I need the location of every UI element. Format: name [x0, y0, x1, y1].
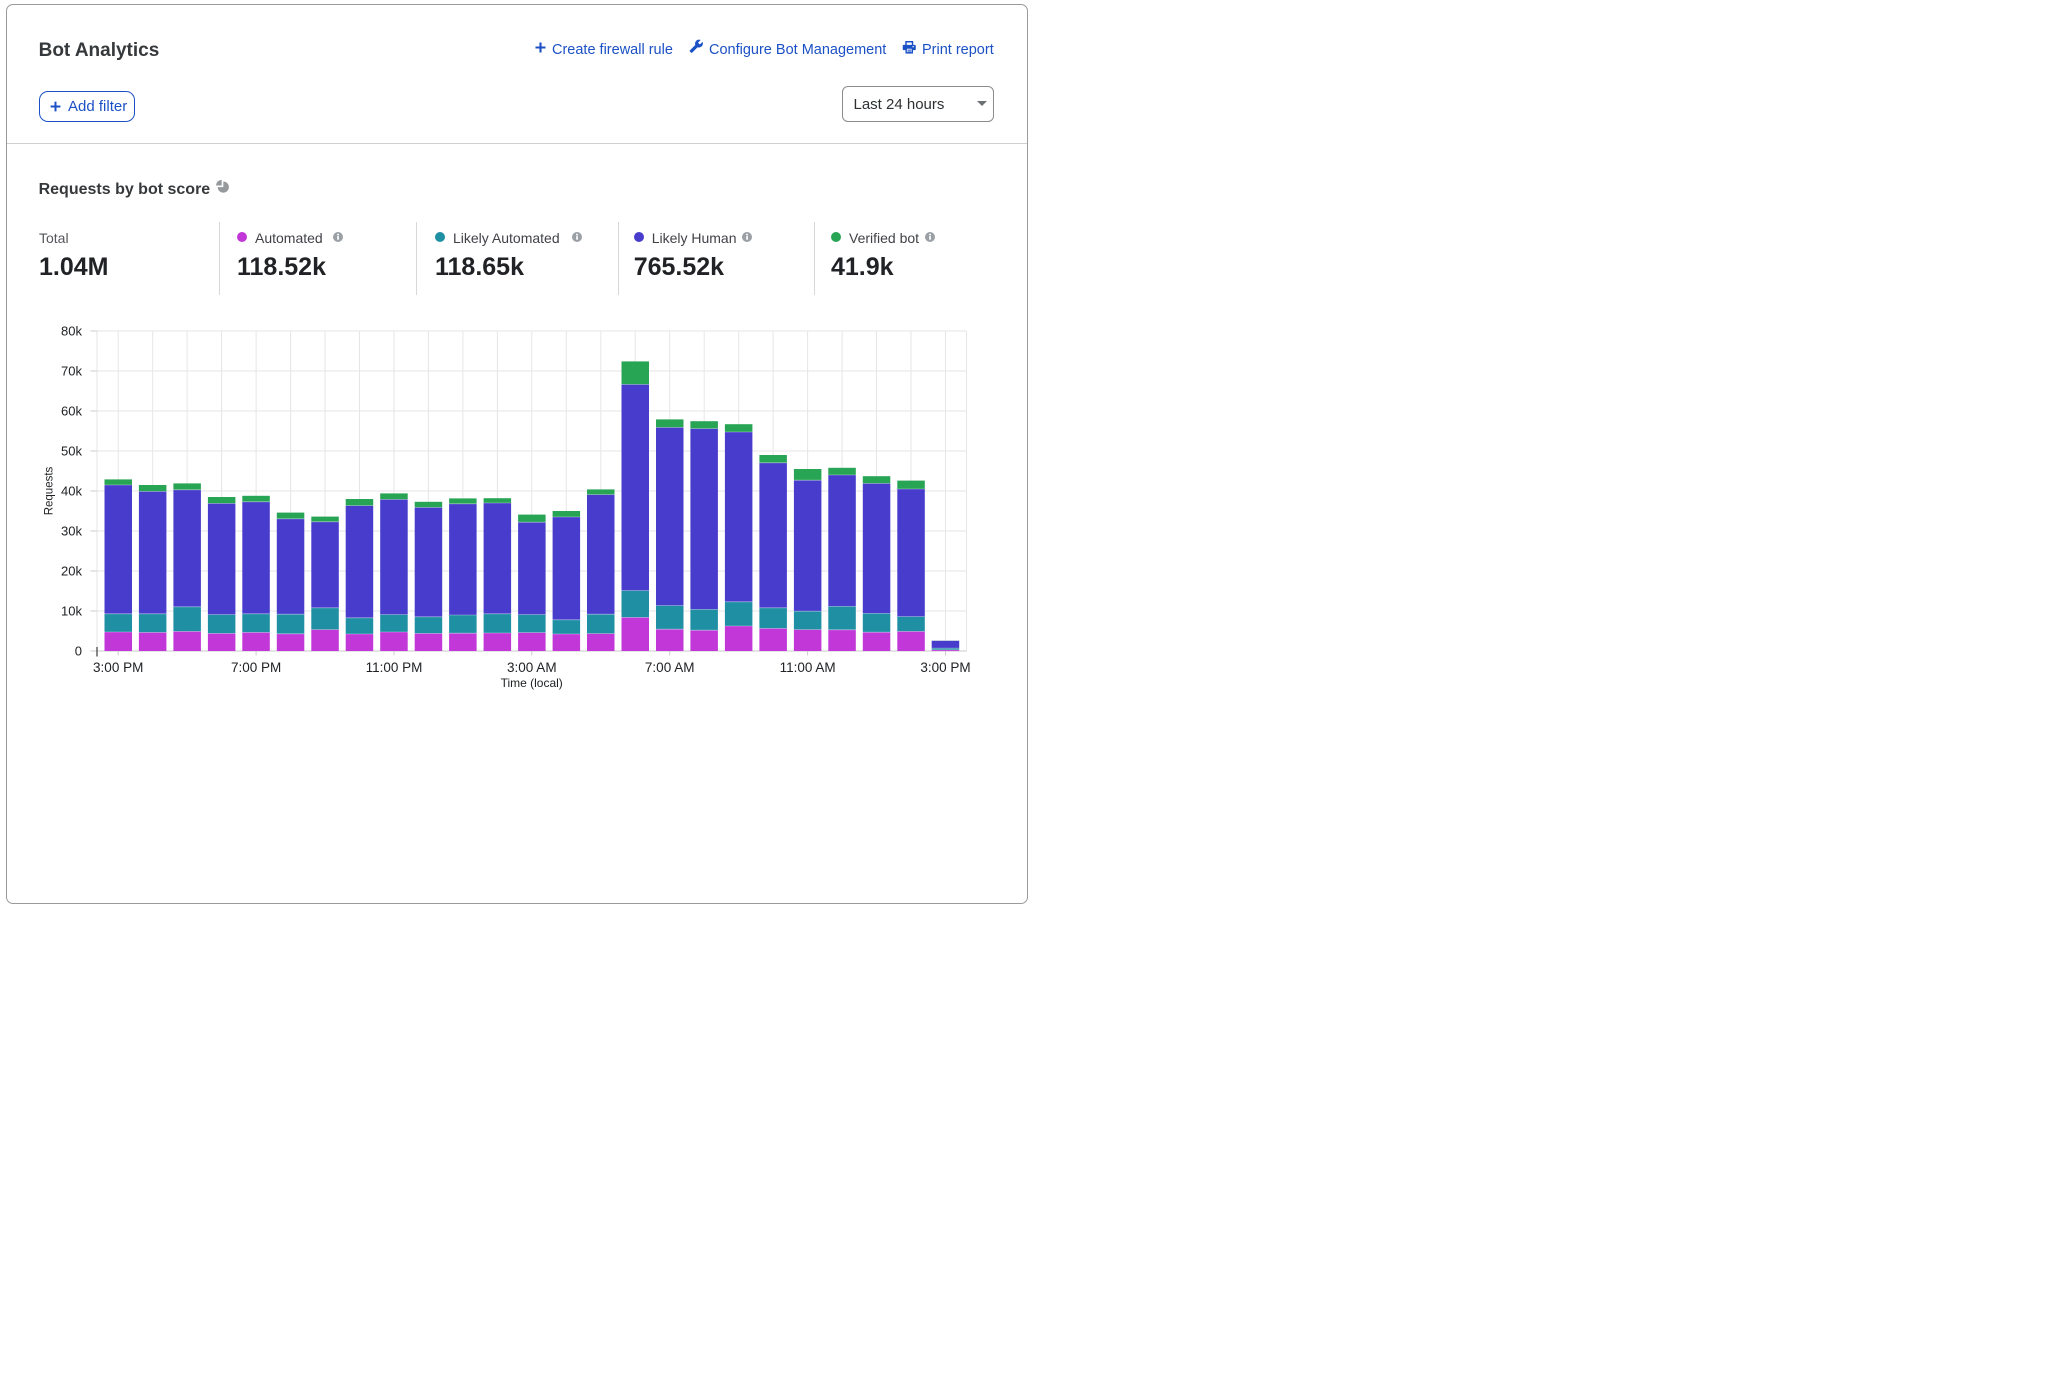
svg-text:0: 0 [75, 644, 82, 659]
svg-text:10k: 10k [61, 604, 82, 619]
svg-text:11:00 AM: 11:00 AM [780, 660, 836, 675]
svg-text:70k: 70k [61, 364, 82, 379]
svg-text:20k: 20k [61, 564, 82, 579]
svg-text:3:00 AM: 3:00 AM [507, 660, 557, 675]
svg-text:3:00 PM: 3:00 PM [93, 660, 143, 675]
svg-text:80k: 80k [61, 324, 82, 339]
svg-text:30k: 30k [61, 524, 82, 539]
svg-text:7:00 PM: 7:00 PM [231, 660, 281, 675]
svg-text:50k: 50k [61, 444, 82, 459]
svg-text:7:00 AM: 7:00 AM [645, 660, 695, 675]
svg-text:11:00 PM: 11:00 PM [366, 660, 423, 675]
svg-text:3:00 PM: 3:00 PM [920, 660, 970, 675]
svg-text:Time (local): Time (local) [501, 676, 563, 690]
svg-text:60k: 60k [61, 404, 82, 419]
svg-text:40k: 40k [61, 484, 82, 499]
svg-text:Requests: Requests [44, 466, 56, 515]
